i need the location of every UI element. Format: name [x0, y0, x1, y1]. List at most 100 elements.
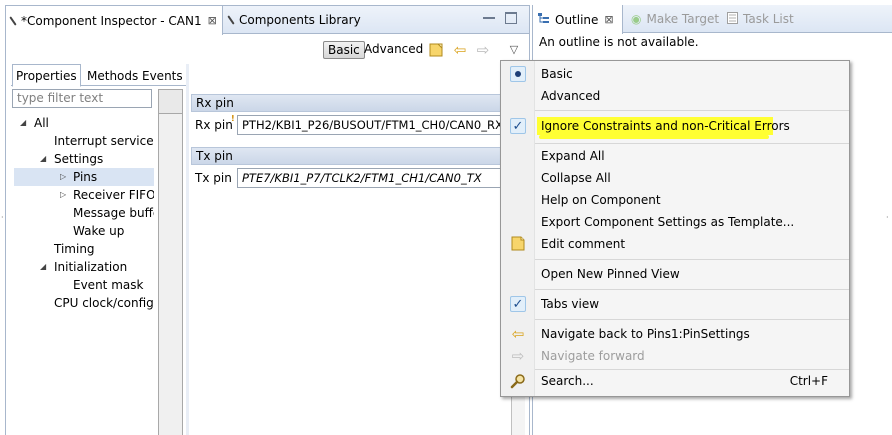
right-edge-marker: ·: [886, 213, 889, 222]
tree-node-wake-up[interactable]: Wake up: [73, 222, 124, 240]
tree-node-timing[interactable]: Timing: [54, 240, 95, 258]
tree-node-label: All: [34, 116, 49, 130]
warning-icon: !: [231, 114, 235, 123]
outline-tabbar: Outline ⊠ ◉ Make Target Task List: [533, 5, 892, 34]
menu-item-expand-all[interactable]: Expand All: [501, 145, 849, 167]
group-header-tx-pin[interactable]: Tx pin: [191, 147, 511, 165]
left-edge-marker: ·: [1, 213, 4, 222]
menu-item-open-pinned-view[interactable]: Open New Pinned View: [501, 263, 849, 285]
menu-item-navigate-forward[interactable]: ⇨ Navigate forward: [501, 345, 849, 367]
tree-scrollbar[interactable]: [158, 89, 183, 435]
menu-item-export-template[interactable]: Export Component Settings as Template...: [501, 211, 849, 233]
pane-splitter[interactable]: [186, 64, 189, 435]
menu-item-label: Search...: [541, 374, 594, 388]
rx-pin-field[interactable]: PTH2/KBI1_P26/BUSOUT/FTM1_CH0/CAN0_RX: [237, 115, 511, 135]
close-tab-icon[interactable]: ⊠: [604, 13, 613, 26]
tree-node-label: CPU clock/config: [54, 296, 154, 310]
menu-item-label: Navigate forward: [541, 349, 645, 363]
menu-item-label: Help on Component: [541, 193, 661, 207]
menu-item-tabs-view[interactable]: ✓ Tabs view: [501, 293, 849, 315]
target-icon: ◉: [631, 12, 642, 26]
tree-node-initialization[interactable]: ◢ Initialization: [14, 258, 154, 276]
menu-item-edit-comment[interactable]: Edit comment: [501, 233, 849, 255]
view-context-menu: Basic Advanced ✓ Ignore Constraints and …: [500, 60, 850, 397]
menu-item-label: Export Component Settings as Template...: [541, 215, 795, 229]
menu-item-navigate-back[interactable]: ⇦ Navigate back to Pins1:PinSettings: [501, 323, 849, 345]
tab-task-list[interactable]: Task List: [723, 5, 798, 33]
tab-component-inspector[interactable]: *Component Inspector - CAN1 ⊠: [6, 6, 223, 35]
tab-make-target[interactable]: ◉ Make Target: [627, 5, 723, 33]
tree-node-interrupt-service[interactable]: Interrupt service: [54, 132, 154, 150]
menu-item-label: Expand All: [541, 149, 605, 163]
tab-properties[interactable]: Properties: [12, 64, 81, 87]
edit-comment-icon[interactable]: [428, 42, 444, 58]
menu-item-basic[interactable]: Basic: [501, 63, 849, 85]
scrollbar-thumb[interactable]: [159, 90, 182, 114]
tree-node-label: Settings: [54, 152, 104, 166]
expanded-twisty-icon[interactable]: ◢: [40, 150, 48, 168]
tree-node-event-mask[interactable]: Event mask: [73, 276, 143, 294]
outline-icon: [537, 12, 550, 28]
menu-item-help-on-component[interactable]: Help on Component: [501, 189, 849, 211]
editor-tabbar: *Component Inspector - CAN1 ⊠ Components…: [6, 6, 529, 35]
menu-item-label: Tabs view: [541, 297, 600, 311]
tab-outline[interactable]: Outline ⊠: [533, 5, 623, 34]
menu-item-label: Open New Pinned View: [541, 267, 680, 281]
search-icon: [510, 373, 526, 389]
checkmark-icon: ✓: [510, 296, 526, 312]
maximize-icon[interactable]: [505, 12, 517, 24]
forward-arrow-icon: ⇨: [511, 347, 525, 365]
back-arrow-icon[interactable]: ⇦: [452, 42, 468, 58]
tree-node-label: Initialization: [54, 260, 128, 274]
menu-separator: [535, 319, 849, 320]
outline-message: An outline is not available.: [539, 35, 699, 49]
note-icon: [510, 236, 526, 252]
menu-item-label: Ignore Constraints and non-Critical Erro…: [541, 119, 790, 133]
component-chip-icon: [227, 15, 235, 25]
tree-node-receiver-fifo[interactable]: ▷ Receiver FIFO: [14, 186, 154, 204]
close-tab-icon[interactable]: ⊠: [208, 14, 217, 27]
menu-item-shortcut: Ctrl+F: [789, 374, 828, 388]
expanded-twisty-icon[interactable]: ◢: [20, 114, 28, 132]
menu-item-collapse-all[interactable]: Collapse All: [501, 167, 849, 189]
tab-label: Make Target: [646, 12, 720, 26]
tree-node-label: Pins: [73, 170, 98, 184]
menu-separator: [535, 110, 849, 111]
tab-label: Outline: [555, 12, 599, 27]
advanced-mode-button[interactable]: Advanced: [360, 41, 427, 59]
tab-components-library[interactable]: Components Library: [224, 6, 364, 34]
tree-node-label: Timing: [54, 242, 95, 256]
tree-node-label: Message buffe: [73, 206, 154, 220]
menu-item-label: Edit comment: [541, 237, 626, 251]
tree-node-label: Event mask: [73, 278, 144, 292]
minimize-icon[interactable]: [483, 12, 495, 19]
inspector-toolbar: Basic Advanced ⇦ ⇨ ▽: [6, 35, 529, 63]
expanded-twisty-icon[interactable]: ◢: [40, 258, 48, 276]
tree-node-settings[interactable]: ◢ Settings: [14, 150, 154, 168]
menu-item-search[interactable]: Search... Ctrl+F: [501, 370, 849, 392]
tab-events[interactable]: Events: [138, 64, 187, 86]
view-menu-icon[interactable]: ▽: [506, 42, 522, 58]
forward-arrow-icon[interactable]: ⇨: [475, 42, 491, 58]
tab-methods[interactable]: Methods: [83, 64, 142, 86]
tree-node-label: Receiver FIFO: [73, 188, 154, 202]
filter-input[interactable]: type filter text: [12, 89, 152, 108]
checkmark-icon: ✓: [510, 118, 526, 134]
collapsed-twisty-icon[interactable]: ▷: [60, 168, 68, 186]
rx-pin-label: Rx pin: [195, 118, 233, 132]
tx-pin-field[interactable]: PTE7/KBI1_P7/TCLK2/FTM1_CH1/CAN0_TX: [237, 168, 511, 188]
basic-mode-button[interactable]: Basic: [323, 41, 365, 59]
menu-item-label: Basic: [541, 67, 573, 81]
tree-node-message-buffers[interactable]: Message buffe: [73, 204, 154, 222]
property-tree: ◢ All Interrupt service ◢ Settings ▷ Pin…: [14, 114, 154, 434]
menu-item-label: Collapse All: [541, 171, 611, 185]
tab-label: Task List: [743, 12, 794, 26]
collapsed-twisty-icon[interactable]: ▷: [60, 186, 68, 204]
tree-node-cpu-clock-config[interactable]: CPU clock/config: [54, 294, 154, 312]
tree-node-label: Interrupt service: [54, 134, 154, 148]
tree-node-pins[interactable]: ▷ Pins: [14, 168, 154, 186]
tab-label: Components Library: [239, 13, 361, 27]
menu-item-ignore-constraints[interactable]: ✓ Ignore Constraints and non-Critical Er…: [501, 115, 849, 137]
group-header-rx-pin[interactable]: Rx pin: [191, 94, 511, 112]
menu-item-advanced[interactable]: Advanced: [501, 85, 849, 107]
